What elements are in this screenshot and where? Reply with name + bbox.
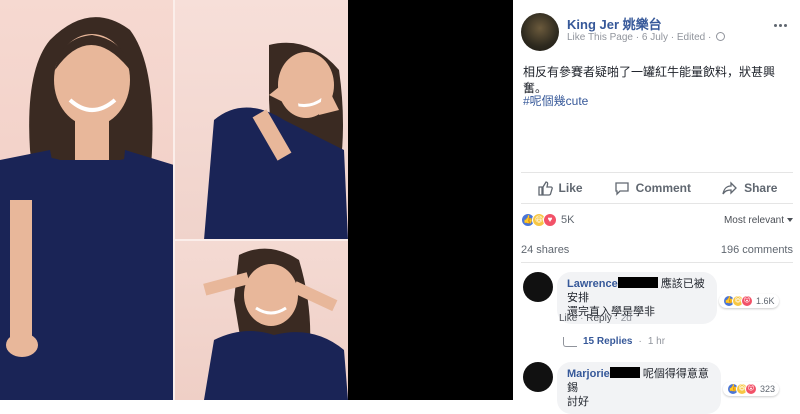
photo-collage[interactable] bbox=[0, 0, 348, 400]
like-label: Like bbox=[558, 181, 583, 195]
replies-count: 15 Replies bbox=[583, 336, 633, 347]
comment-button[interactable]: Comment bbox=[614, 180, 691, 196]
share-arrow-icon bbox=[722, 181, 738, 195]
reaction-summary[interactable]: 👍 😆 ♥ 5K bbox=[521, 213, 574, 227]
post-meta: Like This Page · 6 July · Edited · bbox=[567, 32, 726, 43]
action-bar: Like Comment Share bbox=[521, 172, 793, 204]
photo-viewer-background bbox=[348, 0, 513, 400]
comment-reactions[interactable]: 👍 😆 😮 323 bbox=[723, 382, 780, 396]
comment-bubble: Marjorie 呢個得得意意錫 討好 bbox=[557, 362, 721, 414]
photo-divider bbox=[173, 0, 175, 400]
page-name[interactable]: King Jer 姚樂台 bbox=[567, 14, 662, 33]
photo-illustration bbox=[203, 248, 348, 400]
speech-bubble-icon bbox=[615, 182, 629, 196]
page-avatar[interactable] bbox=[521, 13, 559, 51]
share-label: Share bbox=[744, 181, 778, 195]
comments-count[interactable]: 196 comments bbox=[721, 244, 793, 256]
counts-row: 24 shares 196 comments bbox=[521, 244, 793, 256]
share-button[interactable]: Share bbox=[722, 180, 777, 196]
wow-reaction-icon: 😮 bbox=[741, 295, 753, 307]
shares-count[interactable]: 24 shares bbox=[521, 244, 569, 256]
photo-woman-peace-signs[interactable] bbox=[174, 240, 348, 400]
edited-label[interactable]: Edited bbox=[677, 32, 705, 43]
more-options-icon[interactable] bbox=[774, 14, 790, 27]
comment-reactions[interactable]: 👍 😆 😮 1.6K bbox=[719, 294, 779, 308]
photo-illustration bbox=[0, 17, 174, 400]
hashtag-link[interactable]: #呢個幾cute bbox=[523, 92, 588, 109]
reaction-count: 5K bbox=[561, 214, 575, 226]
thumbs-up-icon bbox=[537, 181, 553, 196]
divider bbox=[521, 262, 793, 263]
comment-text-line2: 討好 bbox=[567, 396, 589, 408]
reply-arrow-icon bbox=[563, 336, 577, 347]
redacted-name bbox=[609, 367, 640, 378]
post-panel: King Jer 姚樂台 Like This Page · 6 July · E… bbox=[513, 0, 800, 414]
like-page-link[interactable]: Like This Page bbox=[567, 32, 633, 43]
wow-reaction-icon: 😮 bbox=[745, 383, 757, 395]
redacted-name bbox=[617, 277, 658, 288]
caret-down-icon bbox=[787, 217, 793, 222]
sort-label: Most relevant bbox=[723, 214, 784, 226]
comment-actions: Like · Reply · 2d bbox=[559, 313, 632, 324]
comment-reaction-count: 323 bbox=[760, 384, 776, 394]
photo-woman-hands-on-cheeks[interactable] bbox=[174, 0, 348, 240]
photo-divider bbox=[174, 239, 348, 241]
photo-woman-smiling-blue-dress[interactable] bbox=[0, 0, 174, 400]
view-replies-link[interactable]: 15 Replies · 1 hr bbox=[563, 336, 665, 347]
post-date[interactable]: 6 July bbox=[642, 32, 668, 43]
comment-reaction-count: 1.6K bbox=[756, 296, 775, 306]
love-reaction-icon: ♥ bbox=[543, 213, 557, 227]
like-button[interactable]: Like bbox=[537, 180, 583, 196]
photo-illustration bbox=[204, 42, 348, 240]
commenter-avatar[interactable] bbox=[523, 272, 553, 302]
comment-sort-dropdown[interactable]: Most relevant bbox=[724, 215, 793, 226]
commenter-name[interactable]: Marjorie bbox=[567, 368, 610, 380]
comment-label: Comment bbox=[635, 181, 691, 195]
commenter-name[interactable]: Lawrence bbox=[567, 278, 618, 290]
commenter-avatar[interactable] bbox=[523, 362, 553, 392]
reactions-row: 👍 😆 ♥ 5K Most relevant bbox=[521, 210, 793, 230]
replies-time: 1 hr bbox=[647, 336, 666, 347]
comment-time[interactable]: 2d bbox=[621, 313, 632, 324]
comment-reply-link[interactable]: Reply bbox=[586, 313, 612, 324]
globe-icon bbox=[716, 32, 726, 41]
comment-like-link[interactable]: Like bbox=[559, 313, 577, 324]
